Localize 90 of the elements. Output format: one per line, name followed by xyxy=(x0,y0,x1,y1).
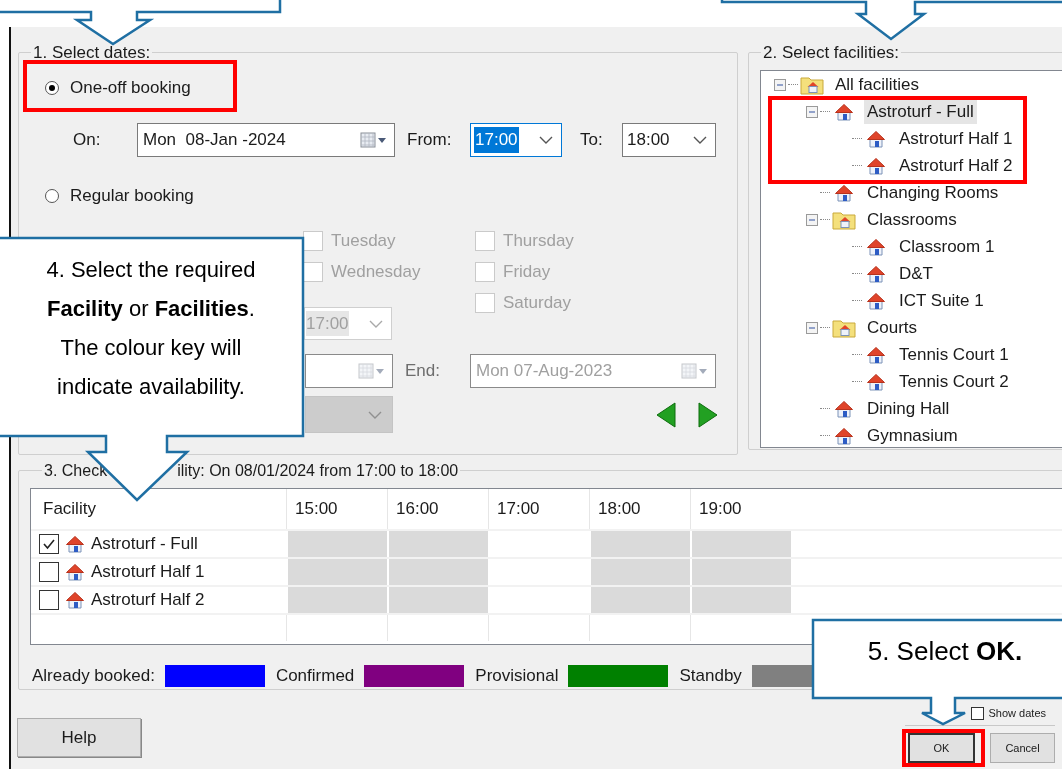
time-dropdown[interactable]: 18:00 xyxy=(622,123,716,157)
checkbox[interactable] xyxy=(970,706,984,720)
tree-item[interactable]: Astroturf Half 2 xyxy=(896,153,1016,178)
callout-text: 4. Select the required Facility or Facilities. The colour key will indicate availability. xyxy=(45,256,257,401)
collapse-icon[interactable] xyxy=(806,105,818,118)
tree-item[interactable]: Gymnasium xyxy=(864,423,961,447)
tree-item[interactable]: Classroom 1 xyxy=(896,234,998,259)
weekday-label: Thursday xyxy=(503,230,574,253)
house-icon xyxy=(834,182,854,203)
help-button[interactable]: Help xyxy=(17,718,141,757)
key-label: Confirmed xyxy=(275,665,355,688)
tree-item[interactable]: Changing Rooms xyxy=(864,180,1002,205)
house-icon xyxy=(834,398,854,419)
field-label: From: xyxy=(407,129,453,152)
time-dropdown[interactable]: 17:00 xyxy=(470,123,562,157)
folder-icon xyxy=(832,209,856,230)
chevron-down-icon xyxy=(693,136,707,144)
checkbox[interactable] xyxy=(39,562,59,582)
tree-item[interactable]: Astroturf - Full xyxy=(864,99,977,124)
tree-item[interactable]: D&T xyxy=(896,261,936,286)
column-header: Facility xyxy=(42,498,97,521)
radio-button[interactable] xyxy=(45,81,59,95)
chevron-down-icon xyxy=(539,136,553,144)
column-header: 15:00 xyxy=(286,489,387,529)
left-arrow-icon[interactable] xyxy=(655,401,677,428)
house-icon xyxy=(866,128,886,149)
house-icon xyxy=(866,371,886,392)
field-label: To: xyxy=(580,129,604,152)
facility-name: Astroturf Half 1 xyxy=(91,561,205,584)
option-label: One-off booking xyxy=(70,77,191,100)
calendar-icon xyxy=(681,363,709,379)
group-label: ility: On 08/01/2024 from 17:00 to 18:00 xyxy=(177,462,459,479)
chevron-down-icon xyxy=(368,410,382,419)
option-label: Regular booking xyxy=(70,185,194,208)
checkbox-label: Show dates xyxy=(988,705,1046,721)
collapse-icon[interactable] xyxy=(806,321,818,334)
tree-item[interactable]: Dining Hall xyxy=(864,396,953,421)
facility-name: Astroturf - Full xyxy=(91,533,198,556)
key-label: Standby xyxy=(679,665,742,688)
house-icon xyxy=(866,263,886,284)
column-header: 19:00 xyxy=(690,489,791,529)
house-icon xyxy=(834,425,854,446)
weekday-label: Saturday xyxy=(503,292,572,315)
house-icon xyxy=(866,155,886,176)
house-icon xyxy=(65,562,85,582)
column-header: 17:00 xyxy=(488,489,589,529)
house-icon xyxy=(834,101,854,122)
collapse-icon[interactable] xyxy=(774,78,786,91)
chevron-down-icon xyxy=(369,319,383,328)
folder-icon xyxy=(832,317,856,338)
callout-text: 5. Select OK. xyxy=(866,635,1024,668)
checkbox[interactable] xyxy=(39,534,59,554)
tree-item[interactable]: All facilities xyxy=(832,72,923,97)
cancel-button[interactable]: Cancel xyxy=(990,733,1055,763)
weekday-label: Wednesday xyxy=(331,261,421,284)
column-header: 18:00 xyxy=(589,489,690,529)
calendar-icon xyxy=(358,363,386,379)
checkmark-icon xyxy=(42,537,56,551)
checkbox[interactable] xyxy=(39,590,59,610)
facility-name: Astroturf Half 2 xyxy=(91,589,205,612)
collapse-icon[interactable] xyxy=(806,213,818,226)
folder-icon xyxy=(800,74,824,95)
key-label: Provisional xyxy=(475,665,559,688)
house-icon xyxy=(866,344,886,365)
house-icon xyxy=(866,236,886,257)
tree-item[interactable]: Courts xyxy=(864,315,921,340)
column-header: 16:00 xyxy=(387,489,488,529)
date-picker[interactable]: Mon 08-Jan -2024 xyxy=(137,123,395,157)
radio-button[interactable] xyxy=(45,189,59,203)
field-label: End: xyxy=(405,360,441,383)
weekday-label: Friday xyxy=(503,261,551,284)
date-picker: Mon 07-Aug-2023 xyxy=(470,354,716,388)
time-dropdown: 17:00 xyxy=(304,307,392,340)
group-label: 2. Select facilities: xyxy=(762,44,901,61)
tree-item[interactable]: Classrooms xyxy=(864,207,960,232)
calendar-icon xyxy=(360,132,388,148)
house-icon xyxy=(65,590,85,610)
house-icon xyxy=(65,534,85,554)
group-label: 3. Check xyxy=(44,462,108,479)
tree-item[interactable]: ICT Suite 1 xyxy=(896,288,987,313)
right-arrow-icon[interactable] xyxy=(697,401,719,428)
tree-item[interactable]: Tennis Court 1 xyxy=(896,342,1012,367)
ok-button[interactable]: OK xyxy=(908,733,975,763)
group-label: 1. Select dates: xyxy=(32,44,152,61)
weekday-label: Tuesday xyxy=(331,230,396,253)
house-icon xyxy=(866,290,886,311)
field-label: On: xyxy=(73,129,102,152)
tree-item[interactable]: Tennis Court 2 xyxy=(896,369,1012,394)
key-label: Already booked: xyxy=(32,665,155,688)
tree-item[interactable]: Astroturf Half 1 xyxy=(896,126,1016,151)
